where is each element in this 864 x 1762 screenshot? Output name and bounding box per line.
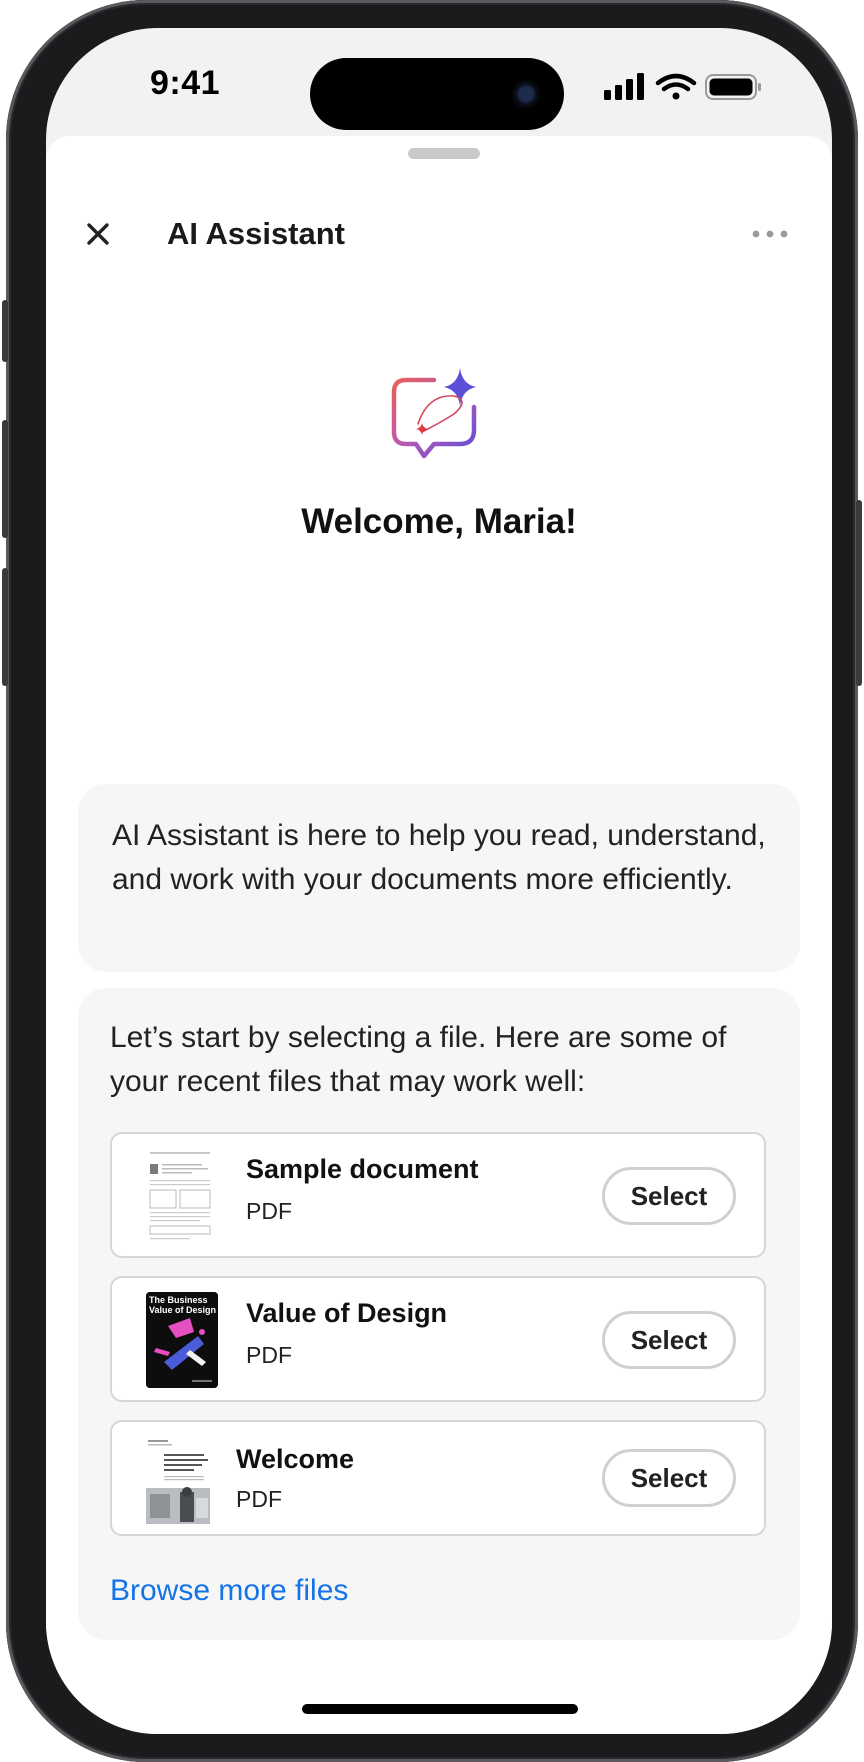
file-thumbnail-welcome <box>146 1436 210 1524</box>
status-time: 9:41 <box>150 64 221 102</box>
status-bar: 9:41 <box>46 28 832 136</box>
action-button <box>2 300 8 362</box>
browse-more-files-link[interactable]: Browse more files <box>110 1574 348 1608</box>
wifi-icon <box>655 73 697 100</box>
file-thumbnail-value-of-design: The Business Value of Design <box>146 1292 218 1388</box>
more-options-button[interactable] <box>750 220 790 248</box>
file-type: PDF <box>246 1198 292 1224</box>
status-icons <box>604 72 774 102</box>
file-selection-prompt: Let’s start by selecting a file. Here ar… <box>110 1021 727 1098</box>
file-row-value-of-design[interactable]: The Business Value of Design Value of De… <box>110 1276 766 1402</box>
intro-text: AI Assistant is here to help you read, u… <box>112 819 766 896</box>
select-button[interactable]: Select <box>602 1449 736 1507</box>
close-icon <box>87 223 109 245</box>
home-indicator[interactable] <box>302 1704 578 1714</box>
intro-message-card: AI Assistant is here to help you read, u… <box>78 784 800 972</box>
sheet-grabber[interactable] <box>408 148 480 159</box>
select-button[interactable]: Select <box>602 1311 736 1369</box>
volume-up-button <box>2 420 8 538</box>
page-title: AI Assistant <box>167 216 346 251</box>
close-button[interactable] <box>82 218 114 250</box>
select-button[interactable]: Select <box>602 1167 736 1225</box>
file-name: Value of Design <box>246 1298 448 1328</box>
phone-frame: 9:41 AI Assistant Welcome, Maria! AI Ass… <box>2 0 862 1762</box>
dynamic-island <box>310 58 564 130</box>
file-thumbnail-sample-document <box>146 1148 214 1244</box>
front-camera <box>510 78 542 110</box>
file-type: PDF <box>236 1486 282 1512</box>
file-name: Welcome <box>236 1444 355 1474</box>
file-row-welcome[interactable]: Welcome PDF Select <box>110 1420 766 1536</box>
file-row-sample-document[interactable]: Sample document PDF Select <box>110 1132 766 1258</box>
cellular-signal-icon <box>604 73 644 100</box>
screen: 9:41 AI Assistant Welcome, Maria! AI Ass… <box>46 28 832 1734</box>
file-name: Sample document <box>246 1154 479 1184</box>
more-options-icon <box>752 230 788 238</box>
recent-files-card: Let’s start by selecting a file. Here ar… <box>78 988 800 1640</box>
ai-assistant-chat-sparkle-icon <box>388 361 488 465</box>
battery-icon <box>705 74 761 100</box>
volume-down-button <box>2 568 8 686</box>
file-type: PDF <box>246 1342 292 1368</box>
power-button <box>856 500 862 686</box>
ai-assistant-sheet: AI Assistant Welcome, Maria! AI Assistan… <box>46 136 832 1734</box>
thumbnail-cover-title: The Business Value of Design <box>149 1295 217 1315</box>
welcome-heading: Welcome, Maria! <box>301 502 577 541</box>
